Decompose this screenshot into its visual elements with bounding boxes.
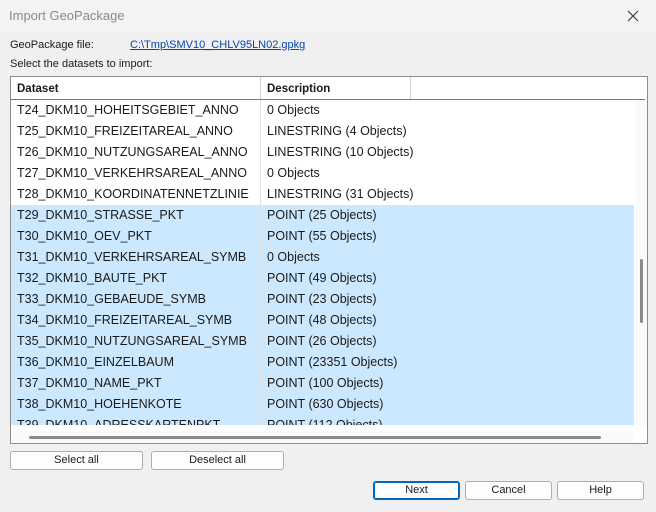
dataset-cell: T27_DKM10_VERKEHRSAREAL_ANNO <box>11 163 261 184</box>
geopackage-file-link[interactable]: C:\Tmp\SMV10_CHLV95LN02.gpkg <box>130 39 305 51</box>
dataset-cell: T38_DKM10_HOEHENKOTE <box>11 394 261 415</box>
column-header-dataset[interactable]: Dataset <box>11 77 261 99</box>
next-button[interactable]: Next <box>373 481 460 500</box>
horizontal-scrollbar[interactable] <box>11 431 634 443</box>
table-row[interactable]: T24_DKM10_HOHEITSGEBIET_ANNO 0 Objects <box>11 100 634 121</box>
table-header: Dataset Description <box>11 77 645 100</box>
description-cell: 0 Objects <box>267 166 320 180</box>
horizontal-scroll-thumb[interactable] <box>29 436 601 439</box>
help-button[interactable]: Help <box>557 481 644 500</box>
description-cell: POINT (48 Objects) <box>267 313 377 327</box>
dataset-cell: T32_DKM10_BAUTE_PKT <box>11 268 261 289</box>
table-rows: T24_DKM10_HOHEITSGEBIET_ANNO 0 Objects T25… <box>11 100 634 425</box>
description-cell: POINT (23 Objects) <box>267 292 377 306</box>
table-row[interactable]: T26_DKM10_NUTZUNGSAREAL_ANNO LINESTRING (… <box>11 142 634 163</box>
table-row[interactable]: T39_DKM10_ADRESSKARTENPKT POINT (112 Obje… <box>11 415 634 425</box>
description-cell: POINT (25 Objects) <box>267 208 377 222</box>
select-all-button[interactable]: Select all <box>10 451 143 470</box>
dataset-cell: T28_DKM10_KOORDINATENNETZLINIE <box>11 184 261 205</box>
dataset-cell: T35_DKM10_NUTZUNGSAREAL_SYMB <box>11 331 261 352</box>
table-row[interactable]: T34_DKM10_FREIZEITAREAL_SYMB POINT (48 Ob… <box>11 310 634 331</box>
description-cell: POINT (49 Objects) <box>267 271 377 285</box>
description-cell: POINT (112 Objects) <box>267 418 383 425</box>
dataset-cell: T39_DKM10_ADRESSKARTENPKT <box>11 415 261 425</box>
dataset-cell: T31_DKM10_VERKEHRSAREAL_SYMB <box>11 247 261 268</box>
close-button[interactable] <box>610 0 656 32</box>
description-cell: POINT (100 Objects) <box>267 376 384 390</box>
deselect-all-button[interactable]: Deselect all <box>151 451 284 470</box>
table-row[interactable]: T32_DKM10_BAUTE_PKT POINT (49 Objects) <box>11 268 634 289</box>
table-row[interactable]: T36_DKM10_EINZELBAUM POINT (23351 Objects… <box>11 352 634 373</box>
table-row[interactable]: T25_DKM10_FREIZEITAREAL_ANNO LINESTRING (… <box>11 121 634 142</box>
dataset-cell: T33_DKM10_GEBAEUDE_SYMB <box>11 289 261 310</box>
dataset-cell: T36_DKM10_EINZELBAUM <box>11 352 261 373</box>
column-header-description[interactable]: Description <box>261 77 411 99</box>
dataset-cell: T29_DKM10_STRASSE_PKT <box>11 205 261 226</box>
dataset-cell: T30_DKM10_OEV_PKT <box>11 226 261 247</box>
description-cell: LINESTRING (10 Objects) <box>267 145 414 159</box>
cancel-button[interactable]: Cancel <box>465 481 552 500</box>
title-bar: Import GeoPackage <box>0 0 656 32</box>
table-row[interactable]: T33_DKM10_GEBAEUDE_SYMB POINT (23 Objects… <box>11 289 634 310</box>
table-row[interactable]: T28_DKM10_KOORDINATENNETZLINIE LINESTRING… <box>11 184 634 205</box>
dataset-cell: T34_DKM10_FREIZEITAREAL_SYMB <box>11 310 261 331</box>
table-row[interactable]: T31_DKM10_VERKEHRSAREAL_SYMB 0 Objects <box>11 247 634 268</box>
table-row[interactable]: T29_DKM10_STRASSE_PKT POINT (25 Objects) <box>11 205 634 226</box>
column-header-empty[interactable] <box>411 77 645 99</box>
table-row[interactable]: T38_DKM10_HOEHENKOTE POINT (630 Objects) <box>11 394 634 415</box>
table-row[interactable]: T35_DKM10_NUTZUNGSAREAL_SYMB POINT (26 Ob… <box>11 331 634 352</box>
description-cell: POINT (23351 Objects) <box>267 355 398 369</box>
description-cell: 0 Objects <box>267 250 320 264</box>
dataset-cell: T25_DKM10_FREIZEITAREAL_ANNO <box>11 121 261 142</box>
geopackage-file-label: GeoPackage file: <box>10 39 94 51</box>
description-cell: LINESTRING (31 Objects) <box>267 187 414 201</box>
table-row[interactable]: T37_DKM10_NAME_PKT POINT (100 Objects) <box>11 373 634 394</box>
description-cell: POINT (26 Objects) <box>267 334 377 348</box>
window-title: Import GeoPackage <box>9 8 125 23</box>
dataset-cell: T37_DKM10_NAME_PKT <box>11 373 261 394</box>
dataset-cell: T24_DKM10_HOHEITSGEBIET_ANNO <box>11 100 261 121</box>
description-cell: 0 Objects <box>267 103 320 117</box>
vertical-scroll-thumb[interactable] <box>640 259 643 323</box>
description-cell: POINT (55 Objects) <box>267 229 377 243</box>
close-icon <box>627 10 639 22</box>
table-row[interactable]: T30_DKM10_OEV_PKT POINT (55 Objects) <box>11 226 634 247</box>
vertical-scrollbar[interactable] <box>636 100 647 425</box>
description-cell: LINESTRING (4 Objects) <box>267 124 407 138</box>
datasets-table[interactable]: Dataset Description T24_DKM10_HOHEITSGEB… <box>10 76 648 444</box>
description-cell: POINT (630 Objects) <box>267 397 384 411</box>
dataset-cell: T26_DKM10_NUTZUNGSAREAL_ANNO <box>11 142 261 163</box>
table-row[interactable]: T27_DKM10_VERKEHRSAREAL_ANNO 0 Objects <box>11 163 634 184</box>
select-datasets-label: Select the datasets to import: <box>10 58 153 70</box>
